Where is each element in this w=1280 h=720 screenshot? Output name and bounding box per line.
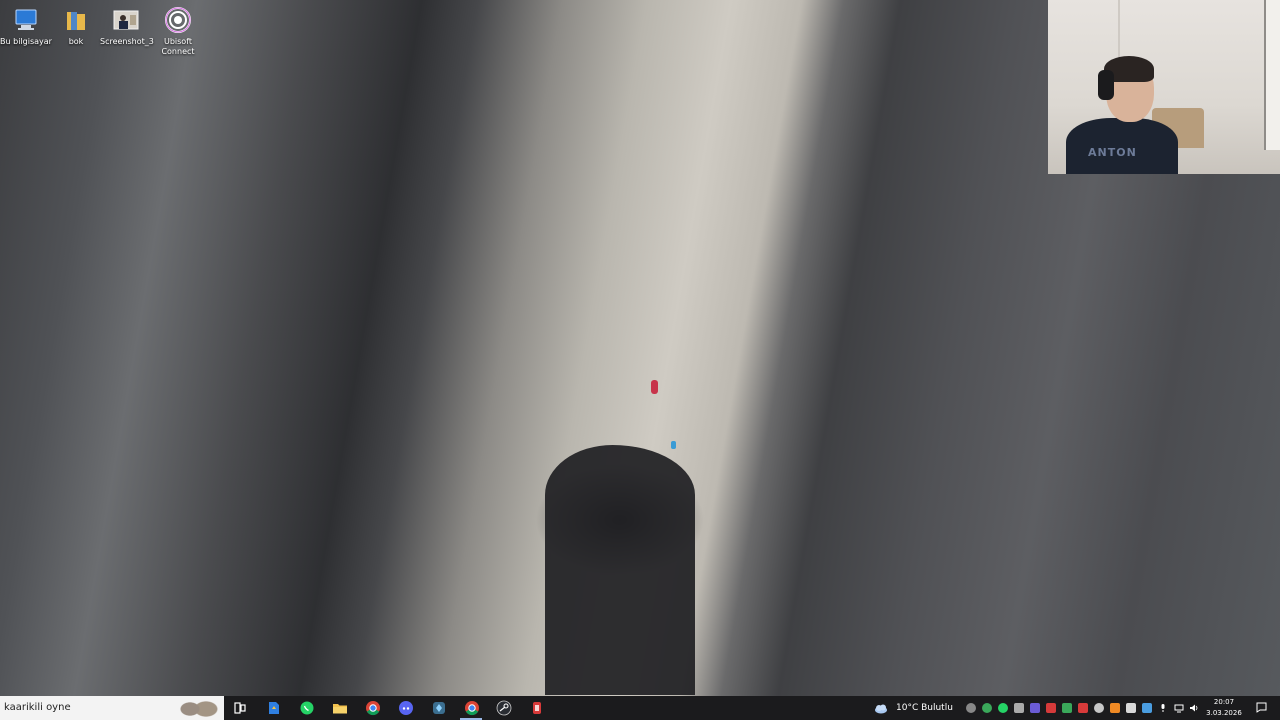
taskbar-clock[interactable]: 20:07 3.03.2026 bbox=[1204, 697, 1244, 719]
whatsapp-icon[interactable] bbox=[299, 700, 315, 716]
microphone-icon[interactable] bbox=[1158, 703, 1168, 713]
desktop[interactable]: Bu bilgisayar bok Screenshot_3 Ubisoft C… bbox=[0, 0, 1280, 720]
ubisoft-icon bbox=[165, 7, 191, 33]
taskbar: kaarikili oyne 10°C Bulutlu 20:07 3.03.2… bbox=[0, 696, 1280, 720]
taskbar-search-box[interactable]: kaarikili oyne bbox=[0, 696, 224, 720]
wallpaper-rock-shadow bbox=[545, 445, 695, 695]
files-app-icon[interactable] bbox=[266, 700, 282, 716]
desktop-icon-screenshot[interactable]: Screenshot_3 bbox=[100, 6, 154, 47]
weather-text[interactable]: 10°C Bulutlu bbox=[896, 703, 953, 713]
desktop-icon-label: Screenshot_3 bbox=[100, 37, 154, 46]
computer-icon bbox=[15, 9, 37, 30]
tray-app-icon[interactable] bbox=[1110, 703, 1120, 713]
notification-center-icon[interactable] bbox=[1256, 702, 1267, 713]
desktop-icon-bok-folder[interactable]: bok bbox=[50, 6, 102, 47]
whatsapp-tray-icon[interactable] bbox=[998, 703, 1008, 713]
desktop-icon-this-pc[interactable]: Bu bilgisayar bbox=[0, 6, 52, 47]
steam-icon[interactable] bbox=[496, 700, 512, 716]
desktop-icon-label: bok bbox=[68, 37, 84, 46]
folder-icon bbox=[67, 12, 85, 30]
webcam-window-frame bbox=[1264, 0, 1280, 150]
tray-app-icon[interactable] bbox=[982, 703, 992, 713]
chrome-icon[interactable] bbox=[365, 700, 381, 716]
security-app-icon[interactable] bbox=[529, 700, 545, 716]
usb-icon[interactable] bbox=[1014, 703, 1024, 713]
clock-date: 3.03.2026 bbox=[1206, 709, 1242, 717]
tray-app-icon[interactable] bbox=[1062, 703, 1072, 713]
file-explorer-icon[interactable] bbox=[332, 700, 348, 716]
search-text: kaarikili oyne bbox=[4, 702, 71, 713]
webcam-overlay: ANTON bbox=[1048, 0, 1280, 174]
tray-app-icon[interactable] bbox=[1030, 703, 1040, 713]
image-file-icon bbox=[113, 10, 139, 30]
wallpaper-climber bbox=[651, 380, 658, 394]
discord-icon[interactable] bbox=[398, 700, 414, 716]
tray-app-icon[interactable] bbox=[966, 703, 976, 713]
tray-app-icon[interactable] bbox=[1142, 703, 1152, 713]
tray-app-icon[interactable] bbox=[1078, 703, 1088, 713]
desktop-icon-label: Ubisoft Connect bbox=[161, 37, 195, 56]
headset-icon bbox=[1098, 70, 1114, 100]
task-view-icon[interactable] bbox=[232, 700, 248, 716]
volume-icon[interactable] bbox=[1189, 703, 1199, 713]
wallpaper-climber-belayer bbox=[671, 441, 676, 449]
desktop-icon-label: Bu bilgisayar bbox=[0, 37, 52, 46]
tray-app-icon[interactable] bbox=[1046, 703, 1056, 713]
tray-app-icon[interactable] bbox=[1094, 703, 1104, 713]
webcam-shirt-text: ANTON bbox=[1088, 146, 1137, 159]
clock-time: 20:07 bbox=[1213, 698, 1235, 706]
search-highlight-image bbox=[176, 698, 220, 718]
desktop-icon-ubisoft-connect[interactable]: Ubisoft Connect bbox=[152, 6, 204, 57]
cloud-weather-icon[interactable] bbox=[874, 702, 888, 714]
network-icon[interactable] bbox=[1174, 703, 1184, 713]
chrome-active-icon[interactable] bbox=[464, 700, 480, 716]
game-launcher-icon[interactable] bbox=[431, 700, 447, 716]
tray-app-icon[interactable] bbox=[1126, 703, 1136, 713]
